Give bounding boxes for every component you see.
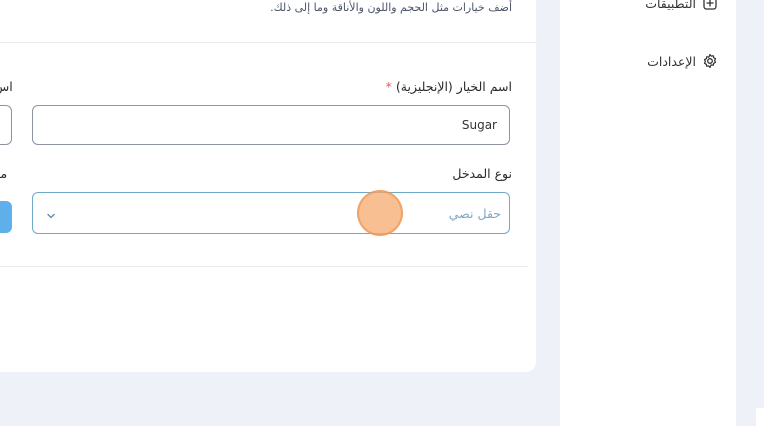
form-subtitle: أضف خيارات مثل الحجم واللون والأناقة وما… — [270, 1, 512, 14]
option-name-en-value: Sugar — [461, 118, 497, 132]
gear-icon — [702, 53, 718, 69]
add-option-button[interactable] — [0, 201, 12, 233]
option-form-card: أضف خيارات مثل الحجم واللون والأناقة وما… — [0, 0, 536, 372]
input-type-label: نوع المدخل — [452, 166, 512, 181]
sidebar: التطبيقات الإعدادات — [560, 0, 736, 426]
option-field-label: مد — [0, 166, 8, 181]
option-name-en-input[interactable]: Sugar — [32, 105, 510, 145]
option-name-en-label-text: اسم الخيار (الإنجليزية) — [395, 79, 512, 94]
sidebar-item-label: التطبيقات — [645, 0, 696, 11]
option-name-en-label: اسم الخيار (الإنجليزية)* — [386, 79, 512, 94]
sidebar-item-apps[interactable]: التطبيقات — [645, 0, 718, 11]
input-type-select[interactable]: حقل نصي — [32, 192, 510, 234]
chevron-down-icon — [45, 207, 57, 226]
divider — [0, 42, 536, 43]
apps-icon — [702, 0, 718, 11]
option-name-ar-label: اس — [0, 79, 13, 94]
main-content: أضف خيارات مثل الحجم واللون والأناقة وما… — [0, 0, 560, 426]
click-indicator — [357, 190, 403, 236]
right-panel-corner — [756, 408, 764, 426]
required-mark: * — [385, 79, 392, 94]
input-type-value: حقل نصي — [448, 206, 501, 221]
option-name-ar-input[interactable] — [0, 105, 12, 145]
sidebar-item-label: الإعدادات — [647, 53, 696, 69]
sidebar-item-settings[interactable]: الإعدادات — [647, 53, 718, 69]
right-panel-edge — [736, 0, 764, 426]
divider — [0, 266, 528, 267]
